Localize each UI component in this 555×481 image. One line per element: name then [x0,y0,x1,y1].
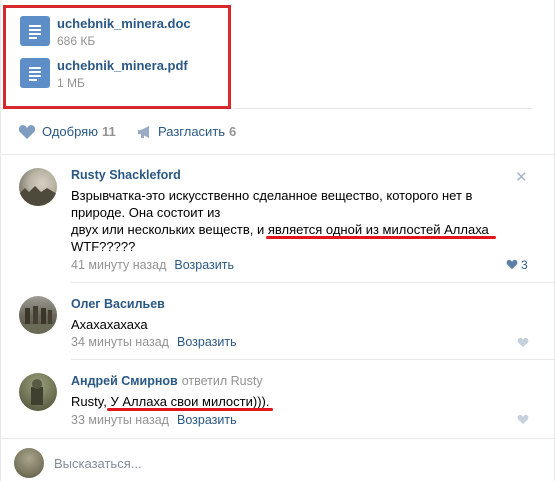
comment-text-segment: У Аллаха свои милости))). [110,394,270,409]
attachments-highlight-box [3,5,231,109]
like-label: Одобряю [42,124,98,139]
comment-text-segment: и является одной из милостей Аллаха [257,222,489,237]
reply-link[interactable]: Возразить [174,258,234,272]
comment-input[interactable]: Высказаться... [54,456,142,471]
megaphone-icon [138,126,149,138]
share-count: 6 [229,124,237,139]
comment-meta: 41 минуту назад Возразить [71,258,234,272]
comment-text-line: Взрывчатка-это искусственно сделанное ве… [71,188,473,203]
avatar[interactable] [19,296,57,334]
comment-text-line: природе. Она состоит из [71,205,221,220]
comment-meta: 33 минуты назад Возразить [71,413,237,427]
avatar[interactable] [19,168,57,206]
highlight-underline [266,236,496,239]
comment-like-count: 3 [521,258,528,272]
comment-author: Андрей Смирнов ответил Rusty [71,374,263,388]
close-icon[interactable]: ✕ [515,168,528,186]
reply-mention[interactable]: Rusty, [71,394,111,409]
post-page: uchebnik_minera.doc 686 КБ uchebnik_mine… [0,0,555,481]
share-label: Разгласить [158,124,226,139]
comment-time[interactable]: 33 минуты назад [71,413,169,427]
divider [0,154,555,155]
avatar[interactable] [14,448,44,478]
heart-icon[interactable] [517,414,529,425]
comment-author-name[interactable]: Андрей Смирнов [71,374,178,388]
comment-time[interactable]: 41 минуту назад [71,258,166,272]
divider [233,108,533,109]
comment-author[interactable]: Олег Васильев [71,297,165,311]
heart-icon[interactable] [506,259,518,270]
reply-link[interactable]: Возразить [177,335,237,349]
heart-icon [18,125,36,139]
comment-author[interactable]: Rusty Shackleford [71,168,181,182]
comment-text-line: WTF????? [71,239,136,254]
comment-meta: 34 минуты назад Возразить [71,335,237,349]
replied-to[interactable]: ответил Rusty [182,374,263,388]
comment-time[interactable]: 34 минуты назад [71,335,169,349]
comment-text-segment: двух или нескольких веществ, [71,222,257,237]
like-count: 11 [101,124,116,139]
divider [71,282,555,283]
divider [0,438,555,439]
highlight-underline [107,408,273,411]
heart-icon[interactable] [517,337,529,348]
avatar[interactable] [19,373,57,411]
post-border-left [0,0,1,481]
divider [71,359,555,360]
comment-text-line: Ахахахахаха [71,317,148,332]
reply-link[interactable]: Возразить [177,413,237,427]
